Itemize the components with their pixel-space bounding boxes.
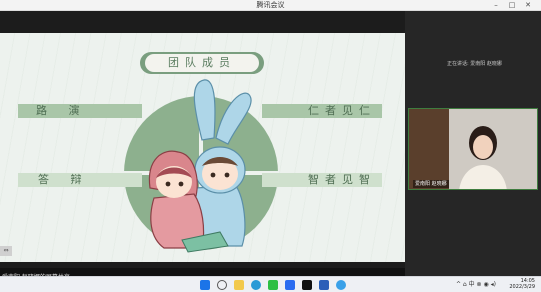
title-bar: 腾讯会议 – □ ✕ [0, 0, 541, 11]
participant-video-tile[interactable]: 爱南阳 赵晓娜 [408, 108, 538, 190]
taskbar-clock[interactable]: 14:05 2022/3/29 [509, 278, 535, 290]
search-icon[interactable] [217, 280, 227, 290]
boy-eye-left-illustration [210, 172, 216, 178]
bunny-ear-right-illustration [215, 92, 252, 145]
system-tray-icons[interactable]: ^ ⌂ 中 ⊗ ◉ ◂) [456, 280, 496, 290]
participant-person-illustration [459, 126, 507, 189]
speaking-indicator: 正在讲话: 爱南阳 赵晓娜 [447, 61, 502, 67]
window-title: 腾讯会议 [256, 1, 285, 9]
slide-side-toggle-button[interactable]: ⇔ [0, 246, 12, 256]
bar-wisdom: 智者见智 [262, 173, 382, 187]
boy-eye-right-illustration [224, 172, 230, 178]
minimize-button[interactable]: – [490, 0, 502, 11]
taskbar: ^ ⌂ 中 ⊗ ◉ ◂) 14:05 2022/3/29 [0, 276, 541, 292]
participant-name-label: 爱南阳 赵晓娜 [413, 180, 449, 188]
shared-screen-area: 团队成员 路 演 答 辩 仁者见仁 智者见智 ⇔ [0, 11, 405, 287]
presentation-slide: 团队成员 路 演 答 辩 仁者见仁 智者见智 ⇔ [0, 33, 405, 262]
bunny-ear-left-illustration [193, 79, 216, 141]
tencent-meeting-icon[interactable] [285, 280, 295, 290]
wechat-icon[interactable] [268, 280, 278, 290]
tiktok-icon[interactable] [302, 280, 312, 290]
slide-title-pill: 团队成员 [140, 52, 264, 74]
participant-panel: 正在讲话: 爱南阳 赵晓娜 爱南阳 赵晓娜 [405, 11, 541, 276]
clock-date: 2022/3/29 [509, 284, 535, 290]
file-explorer-icon[interactable] [234, 280, 244, 290]
cartoon-characters-illustration [148, 79, 252, 253]
screen: 腾讯会议 – □ ✕ 团队成员 路 演 答 辩 仁者见仁 智者见智 ⇔ 正在讲话… [0, 0, 541, 292]
close-button[interactable]: ✕ [522, 0, 534, 11]
slide-title: 团队成员 [145, 54, 259, 72]
girl-eye-right-illustration [178, 181, 184, 187]
face-illustration [473, 135, 493, 159]
windows-start-icon[interactable] [200, 280, 210, 290]
edge-browser-icon[interactable] [251, 280, 261, 290]
girl-eye-left-illustration [165, 181, 171, 187]
qq-icon[interactable] [336, 280, 346, 290]
bookshelf-background [409, 109, 449, 189]
sweater-illustration [459, 165, 507, 189]
bar-benevolence: 仁者见仁 [262, 104, 382, 118]
maximize-button[interactable]: □ [506, 0, 518, 11]
word-icon[interactable] [319, 280, 329, 290]
